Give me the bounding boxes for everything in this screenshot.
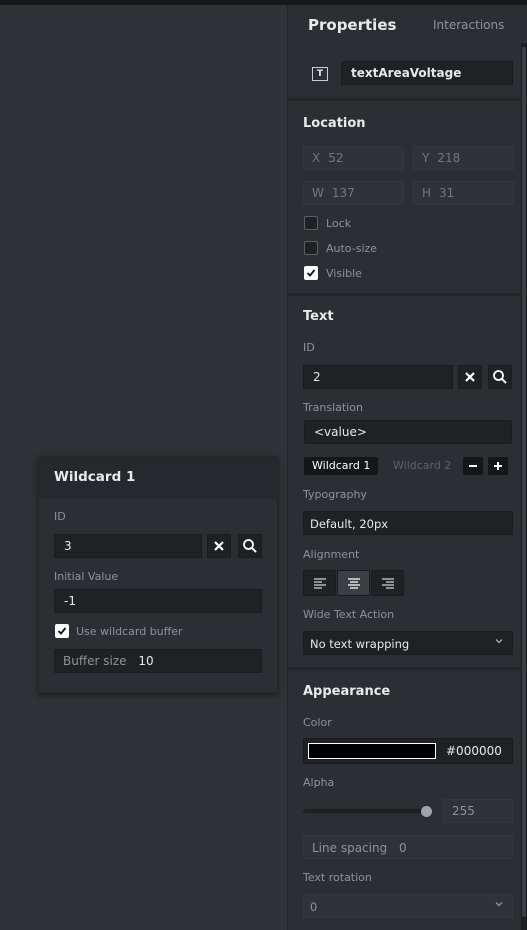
popup-initial-value-label: Initial Value <box>54 570 119 583</box>
alignment-label: Alignment <box>303 548 360 561</box>
location-section-title: Location <box>303 116 366 131</box>
line-spacing-field[interactable]: Line spacing 0 <box>303 835 513 859</box>
text-rotation-value: 0 <box>310 900 318 914</box>
align-center-button[interactable] <box>337 570 370 596</box>
w-field[interactable]: W 137 <box>303 181 404 205</box>
wide-text-action-label: Wide Text Action <box>303 608 395 621</box>
popup-id-input[interactable]: 3 <box>54 534 202 558</box>
lock-label: Lock <box>326 217 352 230</box>
properties-panel: Properties Interactions T textAreaVoltag… <box>287 5 527 930</box>
x-label: X <box>312 151 321 165</box>
wildcard1-tab[interactable]: Wildcard 1 <box>304 457 379 475</box>
w-value: 137 <box>331 186 355 200</box>
h-value: 31 <box>439 186 455 200</box>
translation-label: Translation <box>303 401 363 414</box>
popup-use-buffer-label: Use wildcard buffer <box>76 625 183 638</box>
wide-text-action-value: No text wrapping <box>310 637 410 651</box>
popup-buffer-size-field[interactable]: Buffer size 10 <box>54 649 262 673</box>
align-center-icon <box>347 578 360 589</box>
alpha-slider-thumb[interactable] <box>421 806 432 817</box>
popup-search-id-button[interactable] <box>238 534 262 558</box>
buffer-size-value: 10 <box>138 654 154 668</box>
typography-label: Typography <box>303 488 367 501</box>
checkmark-icon <box>57 627 67 635</box>
color-hex: #000000 <box>446 744 502 758</box>
h-label: H <box>422 186 432 200</box>
minus-icon <box>469 465 477 467</box>
alpha-label: Alpha <box>303 776 335 789</box>
wildcard-popup: Wildcard 1 ID 3 Initial Value -1 Use wil… <box>38 456 278 693</box>
lock-checkbox[interactable] <box>304 216 318 230</box>
divider <box>288 293 522 296</box>
search-icon <box>243 539 257 553</box>
wildcard2-tab[interactable]: Wildcard 2 <box>385 457 459 475</box>
y-field[interactable]: Y 218 <box>413 146 514 170</box>
close-icon <box>465 372 475 382</box>
popup-initial-value-input[interactable]: -1 <box>54 589 262 613</box>
align-left-button[interactable] <box>303 570 336 596</box>
wide-text-action-select[interactable]: No text wrapping <box>303 631 513 655</box>
autosize-label: Auto-size <box>326 242 378 255</box>
y-label: Y <box>422 151 430 165</box>
popup-title: Wildcard 1 <box>39 457 277 499</box>
align-right-button[interactable] <box>371 570 404 596</box>
x-field[interactable]: X 52 <box>303 146 404 170</box>
buffer-size-label: Buffer size <box>63 654 127 668</box>
popup-use-buffer-checkbox[interactable] <box>55 624 69 638</box>
translation-input[interactable]: <value> <box>304 420 512 444</box>
clear-text-id-button[interactable] <box>458 365 482 389</box>
line-spacing-value: 0 <box>399 841 407 855</box>
line-spacing-label: Line spacing <box>312 841 388 855</box>
visible-checkbox[interactable] <box>304 266 318 280</box>
text-section-title: Text <box>303 309 334 324</box>
autosize-checkbox[interactable] <box>304 241 318 255</box>
x-value: 52 <box>328 151 344 165</box>
color-field[interactable]: #000000 <box>303 738 513 764</box>
alpha-slider-track[interactable] <box>303 809 428 813</box>
search-text-id-button[interactable] <box>488 365 512 389</box>
close-icon <box>214 541 224 551</box>
align-left-icon <box>313 578 326 589</box>
w-label: W <box>312 186 324 200</box>
plus-icon <box>494 462 502 470</box>
divider <box>288 98 522 101</box>
visible-label: Visible <box>326 267 362 280</box>
add-wildcard-button[interactable] <box>488 457 508 475</box>
panel-scrollbar-thumb[interactable] <box>522 47 526 917</box>
appearance-section-title: Appearance <box>303 684 391 699</box>
widget-name-input[interactable]: textAreaVoltage <box>341 61 513 85</box>
popup-clear-id-button[interactable] <box>207 534 231 558</box>
y-value: 218 <box>437 151 461 165</box>
text-id-input[interactable]: 2 <box>303 365 453 389</box>
search-icon <box>493 370 507 384</box>
tab-interactions[interactable]: Interactions <box>433 18 504 32</box>
align-right-icon <box>381 578 394 589</box>
alpha-value-input[interactable]: 255 <box>443 799 513 823</box>
chevron-down-icon <box>495 639 503 644</box>
remove-wildcard-button[interactable] <box>463 457 483 475</box>
text-rotation-label: Text rotation <box>303 871 372 884</box>
tab-properties[interactable]: Properties <box>308 16 396 34</box>
text-rotation-select[interactable]: 0 <box>303 894 513 918</box>
text-area-icon: T <box>312 67 328 81</box>
typography-select[interactable]: Default, 20px <box>303 511 513 535</box>
color-swatch[interactable] <box>308 743 436 759</box>
checkmark-icon <box>306 269 316 277</box>
divider <box>288 667 522 670</box>
popup-id-label: ID <box>54 510 66 523</box>
h-field[interactable]: H 31 <box>413 181 514 205</box>
text-id-label: ID <box>303 341 315 354</box>
color-label: Color <box>303 716 332 729</box>
chevron-down-icon <box>495 902 503 907</box>
